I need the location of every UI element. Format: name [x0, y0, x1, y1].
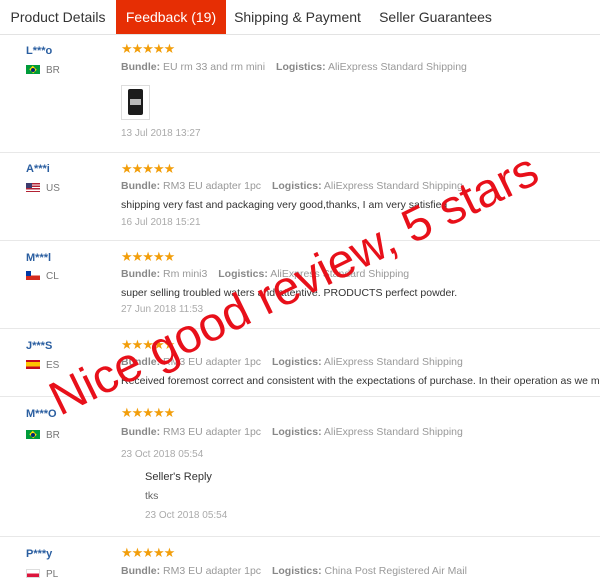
buyer-country: US	[46, 183, 60, 194]
order-info: Bundle: RM3 EU adapter 1pc Logistics: Al…	[121, 426, 463, 438]
review-date: 16 Jul 2018 15:21	[121, 217, 201, 228]
brazil-flag-icon	[26, 430, 40, 439]
buyer-country: BR	[46, 65, 60, 76]
buyer-country: CL	[46, 271, 59, 282]
tab-bar: Product Details Feedback (19) Shipping &…	[0, 0, 600, 35]
buyer-country: BR	[46, 430, 60, 441]
tab-product-details[interactable]: Product Details	[0, 0, 116, 34]
buyer-name: A***i	[26, 163, 50, 175]
chile-flag-icon	[26, 271, 40, 280]
review-photo-thumbnail[interactable]	[121, 85, 150, 120]
feedback-item: P***y PL ★★★★★ Bundle: RM3 EU adapter 1p…	[0, 536, 600, 588]
review-date: 23 Oct 2018 05:54	[121, 449, 204, 460]
buyer-name: P***y	[26, 548, 53, 560]
buyer-name: M***O	[26, 408, 57, 420]
seller-reply-title: Seller's Reply	[145, 471, 212, 483]
buyer-country: PL	[46, 569, 59, 580]
buyer-name: L***o	[26, 45, 53, 57]
star-rating: ★★★★★	[121, 41, 175, 56]
order-info: Bundle: EU rm 33 and rm mini Logistics: …	[121, 61, 467, 73]
feedback-item: M***O BR ★★★★★ Bundle: RM3 EU adapter 1p…	[0, 396, 600, 537]
order-info: Bundle: RM3 EU adapter 1pc Logistics: Ch…	[121, 565, 467, 577]
brazil-flag-icon	[26, 65, 40, 74]
seller-reply-text: tks	[145, 490, 159, 502]
feedback-item: L***o BR ★★★★★ Bundle: EU rm 33 and rm m…	[0, 35, 600, 153]
star-rating: ★★★★★	[121, 405, 175, 420]
tab-seller-guarantees[interactable]: Seller Guarantees	[369, 0, 502, 34]
poland-flag-icon	[26, 569, 40, 578]
tab-shipping-payment[interactable]: Shipping & Payment	[226, 0, 369, 34]
star-rating: ★★★★★	[121, 249, 175, 264]
tab-feedback[interactable]: Feedback (19)	[116, 0, 226, 34]
order-info: Bundle: RM3 EU adapter 1pc Logistics: Al…	[121, 180, 463, 192]
us-flag-icon	[26, 183, 40, 192]
seller-reply-date: 23 Oct 2018 05:54	[145, 510, 228, 521]
review-date: 13 Jul 2018 13:27	[121, 128, 201, 139]
star-rating: ★★★★★	[121, 161, 175, 176]
review-text: Received foremost correct and consistent…	[121, 375, 600, 387]
buyer-name: J***S	[26, 340, 53, 352]
buyer-name: M***l	[26, 252, 52, 264]
spain-flag-icon	[26, 360, 40, 369]
star-rating: ★★★★★	[121, 545, 175, 560]
